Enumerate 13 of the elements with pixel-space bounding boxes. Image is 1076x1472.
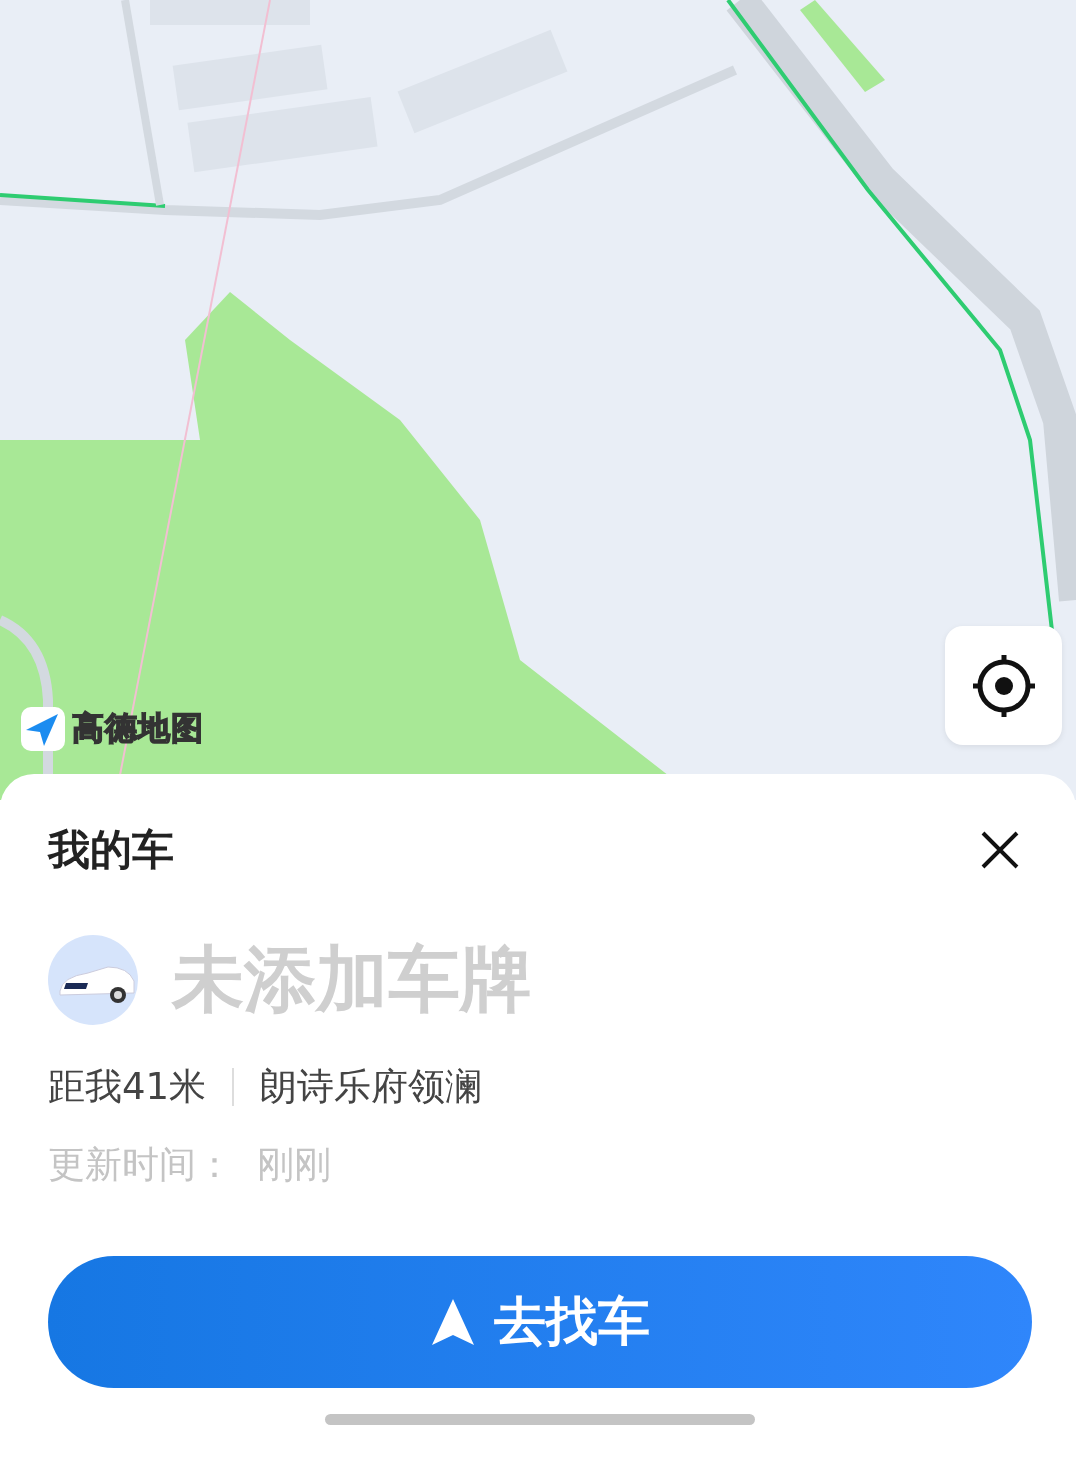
sheet-title: 我的车 bbox=[48, 824, 174, 876]
map-attribution: 高德地图 bbox=[72, 708, 204, 749]
logo-icon bbox=[20, 706, 66, 752]
location-text: 朗诗乐府领澜 bbox=[260, 1064, 483, 1110]
distance-text: 距我41米 bbox=[48, 1064, 207, 1110]
car-avatar-icon bbox=[48, 935, 138, 1025]
update-time: 更新时间： 刚刚 bbox=[48, 1142, 332, 1188]
locate-icon bbox=[970, 652, 1037, 719]
close-button[interactable] bbox=[980, 830, 1020, 870]
close-icon bbox=[980, 830, 1020, 870]
find-car-button[interactable]: 去找车 bbox=[48, 1256, 1032, 1388]
navigation-icon bbox=[430, 1297, 476, 1347]
locate-button[interactable] bbox=[945, 626, 1062, 745]
